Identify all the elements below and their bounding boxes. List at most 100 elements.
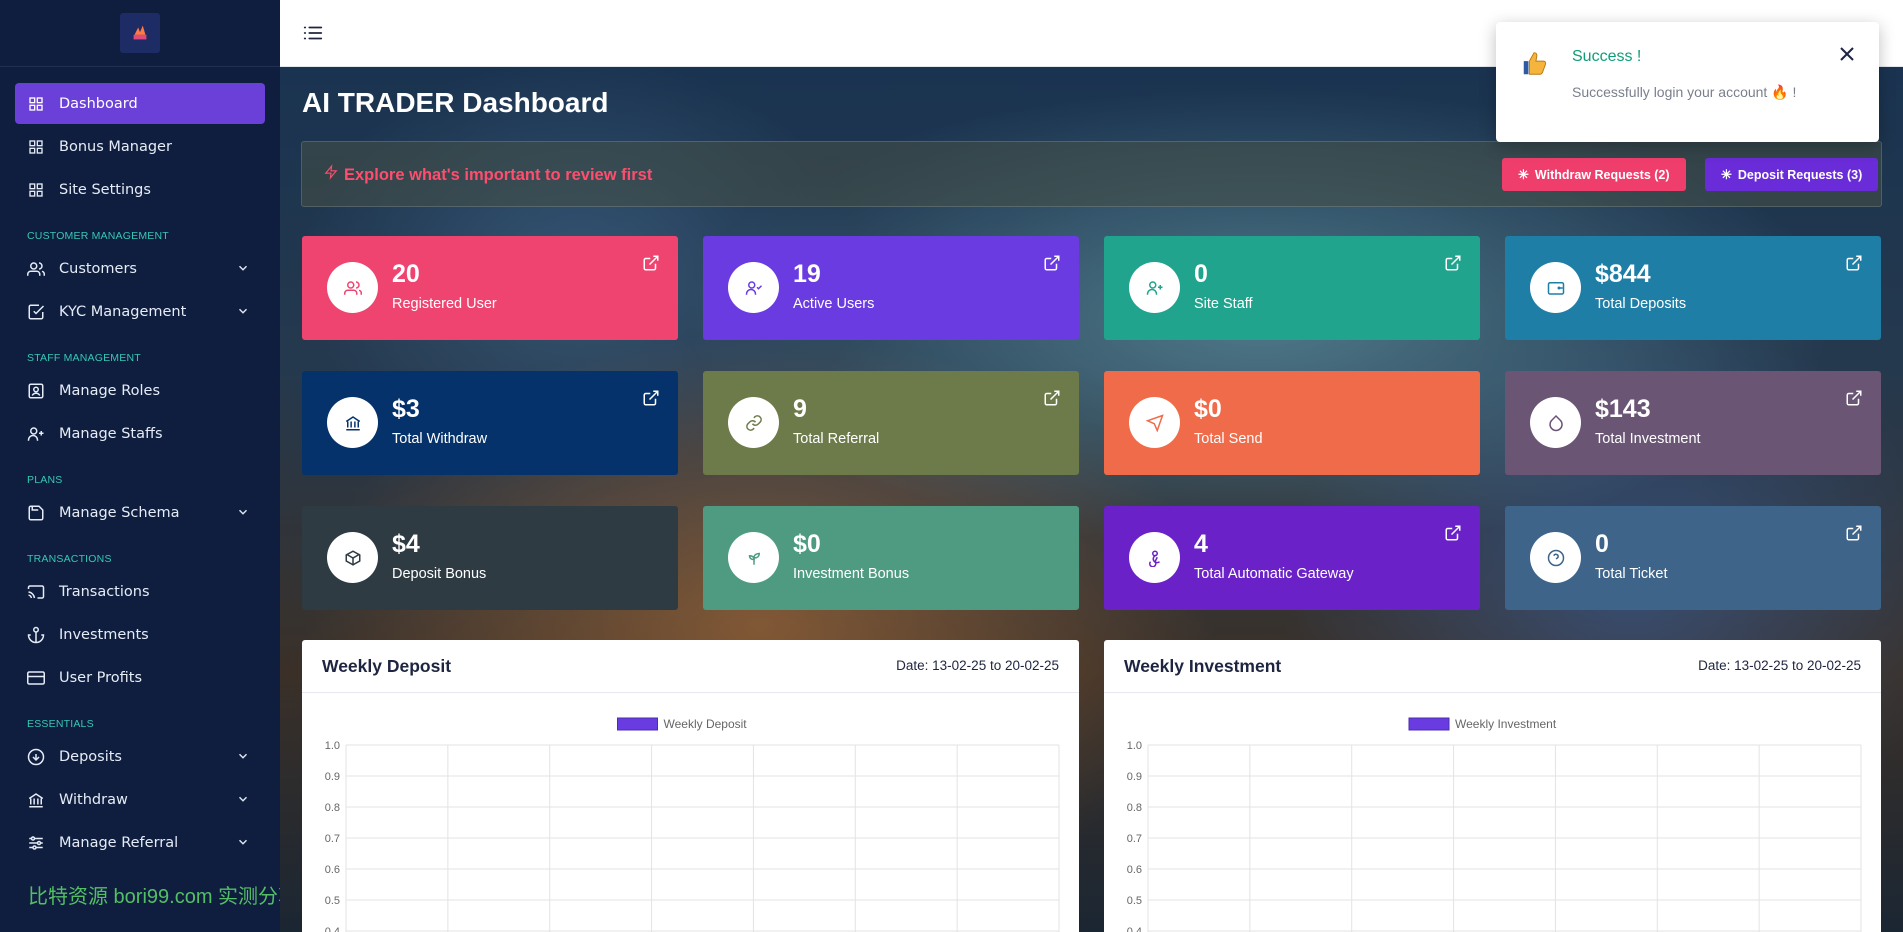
stat-label: Total Investment xyxy=(1595,431,1701,447)
stat-card-total-investment: $143 Total Investment xyxy=(1505,371,1881,475)
stat-label: Registered User xyxy=(392,296,497,312)
sidebar-item-label: User Profits xyxy=(59,669,143,686)
loader-icon: ✳ xyxy=(1721,166,1732,182)
external-link-icon[interactable] xyxy=(1444,254,1462,272)
zap-icon xyxy=(324,164,340,185)
stat-value: $143 xyxy=(1595,395,1651,423)
stat-card-total-withdraw: $3 Total Withdraw xyxy=(302,371,678,475)
grid-icon xyxy=(27,95,45,113)
external-link-icon[interactable] xyxy=(1043,389,1061,407)
sidebar-item-transactions[interactable]: Transactions xyxy=(15,571,265,612)
stat-value: $0 xyxy=(793,530,821,558)
weekly-deposit-panel: Weekly Deposit Date: 13-02-25 to 20-02-2… xyxy=(302,640,1079,932)
sidebar-item-investments[interactable]: Investments xyxy=(15,614,265,655)
stat-value: $4 xyxy=(392,530,420,558)
bank-icon xyxy=(27,791,45,809)
y-tick-label: 1.0 xyxy=(325,740,340,752)
stat-card-total-send: $0 Total Send xyxy=(1104,371,1480,475)
withdraw-requests-label: Withdraw Requests (2) xyxy=(1534,167,1670,182)
y-tick-label: 0.6 xyxy=(325,864,340,876)
watermark: 比特资源 bori99.com 实测分享 xyxy=(28,886,280,908)
stat-label: Active Users xyxy=(793,296,875,312)
user-check-icon xyxy=(728,262,779,313)
panel-title: Weekly Deposit xyxy=(322,656,452,676)
external-link-icon[interactable] xyxy=(642,254,660,272)
panel-date: Date: 13-02-25 to 20-02-25 xyxy=(1698,658,1861,673)
y-tick-label: 1.0 xyxy=(1127,740,1142,752)
external-link-icon[interactable] xyxy=(1845,254,1863,272)
panel-date: Date: 13-02-25 to 20-02-25 xyxy=(896,658,1059,673)
stat-value: $0 xyxy=(1194,395,1222,423)
grid-icon xyxy=(27,138,45,156)
sidebar-item-manage-staffs[interactable]: Manage Staffs xyxy=(15,413,265,454)
stat-label: Investment Bonus xyxy=(793,566,910,582)
deposit-requests-button[interactable]: ✳ Deposit Requests (3) xyxy=(1705,158,1879,191)
external-link-icon[interactable] xyxy=(1845,524,1863,542)
id-card-icon xyxy=(27,382,45,400)
sidebar-item-manage-referral[interactable]: Manage Referral xyxy=(15,822,265,863)
sidebar-item-customers[interactable]: Customers xyxy=(15,248,265,289)
external-link-icon[interactable] xyxy=(1444,524,1462,542)
sidebar-item-manage-schema[interactable]: Manage Schema xyxy=(15,492,265,533)
check-square-icon xyxy=(27,303,45,321)
sidebar-item-user-profits[interactable]: User Profits xyxy=(15,657,265,698)
sidebar-item-label: Manage Schema xyxy=(59,504,180,521)
user-plus-icon xyxy=(1129,262,1180,313)
external-link-icon[interactable] xyxy=(642,389,660,407)
sidebar-item-kyc-management[interactable]: KYC Management xyxy=(15,291,265,332)
legend-label: Weekly Investment xyxy=(1455,717,1557,731)
legend-swatch xyxy=(1408,717,1450,731)
stat-card-total-referral: 9 Total Referral xyxy=(703,371,1079,475)
weekly-investment-panel: Weekly Investment Date: 13-02-25 to 20-0… xyxy=(1104,640,1881,932)
trader-logo-icon[interactable] xyxy=(120,13,160,53)
sidebar-item-deposits[interactable]: Deposits xyxy=(15,736,265,777)
sidebar-item-label: Deposits xyxy=(59,748,122,765)
stat-value: 0 xyxy=(1194,260,1208,288)
page-title: AI TRADER Dashboard xyxy=(302,87,609,118)
sidebar-item-bonus-manager[interactable]: Bonus Manager xyxy=(15,126,265,167)
sidebar-item-label: KYC Management xyxy=(59,303,187,320)
sidebar-section-title: ESSENTIALS xyxy=(27,718,94,730)
sidebar-item-label: Manage Referral xyxy=(59,834,179,851)
explore-label: Explore what's important to review first xyxy=(344,166,653,184)
y-tick-label: 0.5 xyxy=(325,895,340,907)
stat-label: Total Withdraw xyxy=(392,431,488,447)
chevron-down-icon xyxy=(236,505,250,519)
external-link-icon[interactable] xyxy=(1043,254,1061,272)
sidebar-item-withdraw[interactable]: Withdraw xyxy=(15,779,265,820)
sidebar-item-label: Site Settings xyxy=(59,181,151,198)
users-icon xyxy=(27,260,45,278)
panel-header: Weekly Deposit Date: 13-02-25 to 20-02-2… xyxy=(302,640,1079,693)
close-icon[interactable] xyxy=(1839,46,1855,62)
thumbs-up-icon xyxy=(1520,48,1550,78)
sidebar-item-site-settings[interactable]: Site Settings xyxy=(15,169,265,210)
stat-value: 0 xyxy=(1595,530,1609,558)
sidebar-item-label: Customers xyxy=(59,260,137,277)
sidebar-item-dashboard[interactable]: Dashboard xyxy=(15,83,265,124)
sidebar-item-manage-roles[interactable]: Manage Roles xyxy=(15,370,265,411)
loader-icon: ✳ xyxy=(1518,166,1529,182)
webhook-icon xyxy=(1129,532,1180,583)
external-link-icon[interactable] xyxy=(1845,389,1863,407)
chevron-down-icon xyxy=(236,792,250,806)
legend-swatch xyxy=(617,717,658,731)
arrow-down-circle-icon xyxy=(27,748,45,766)
explore-bar: Explore what's important to review first… xyxy=(301,141,1882,207)
stat-value: 20 xyxy=(392,260,420,288)
weekly-deposit-chart: Weekly Deposit 1.0 0.9 0.8 0.7 0.6 0.5 0.4 xyxy=(325,717,1060,932)
deposit-requests-label: Deposit Requests (3) xyxy=(1737,167,1863,182)
legend-label: Weekly Deposit xyxy=(664,717,748,731)
stat-label: Total Referral xyxy=(793,431,880,447)
chevron-down-icon xyxy=(236,304,250,318)
list-icon[interactable] xyxy=(302,22,326,44)
sliders-icon xyxy=(27,834,45,852)
sidebar-item-label: Transactions xyxy=(59,583,150,600)
y-tick-label: 0.8 xyxy=(325,802,340,814)
wallet-icon xyxy=(1530,262,1581,313)
droplet-icon xyxy=(1530,397,1581,448)
package-icon xyxy=(327,532,378,583)
panel-title: Weekly Investment xyxy=(1124,656,1282,676)
withdraw-requests-button[interactable]: ✳ Withdraw Requests (2) xyxy=(1502,158,1686,191)
stat-card-investment-bonus: $0 Investment Bonus xyxy=(703,506,1079,610)
stat-label: Total Send xyxy=(1194,431,1263,447)
